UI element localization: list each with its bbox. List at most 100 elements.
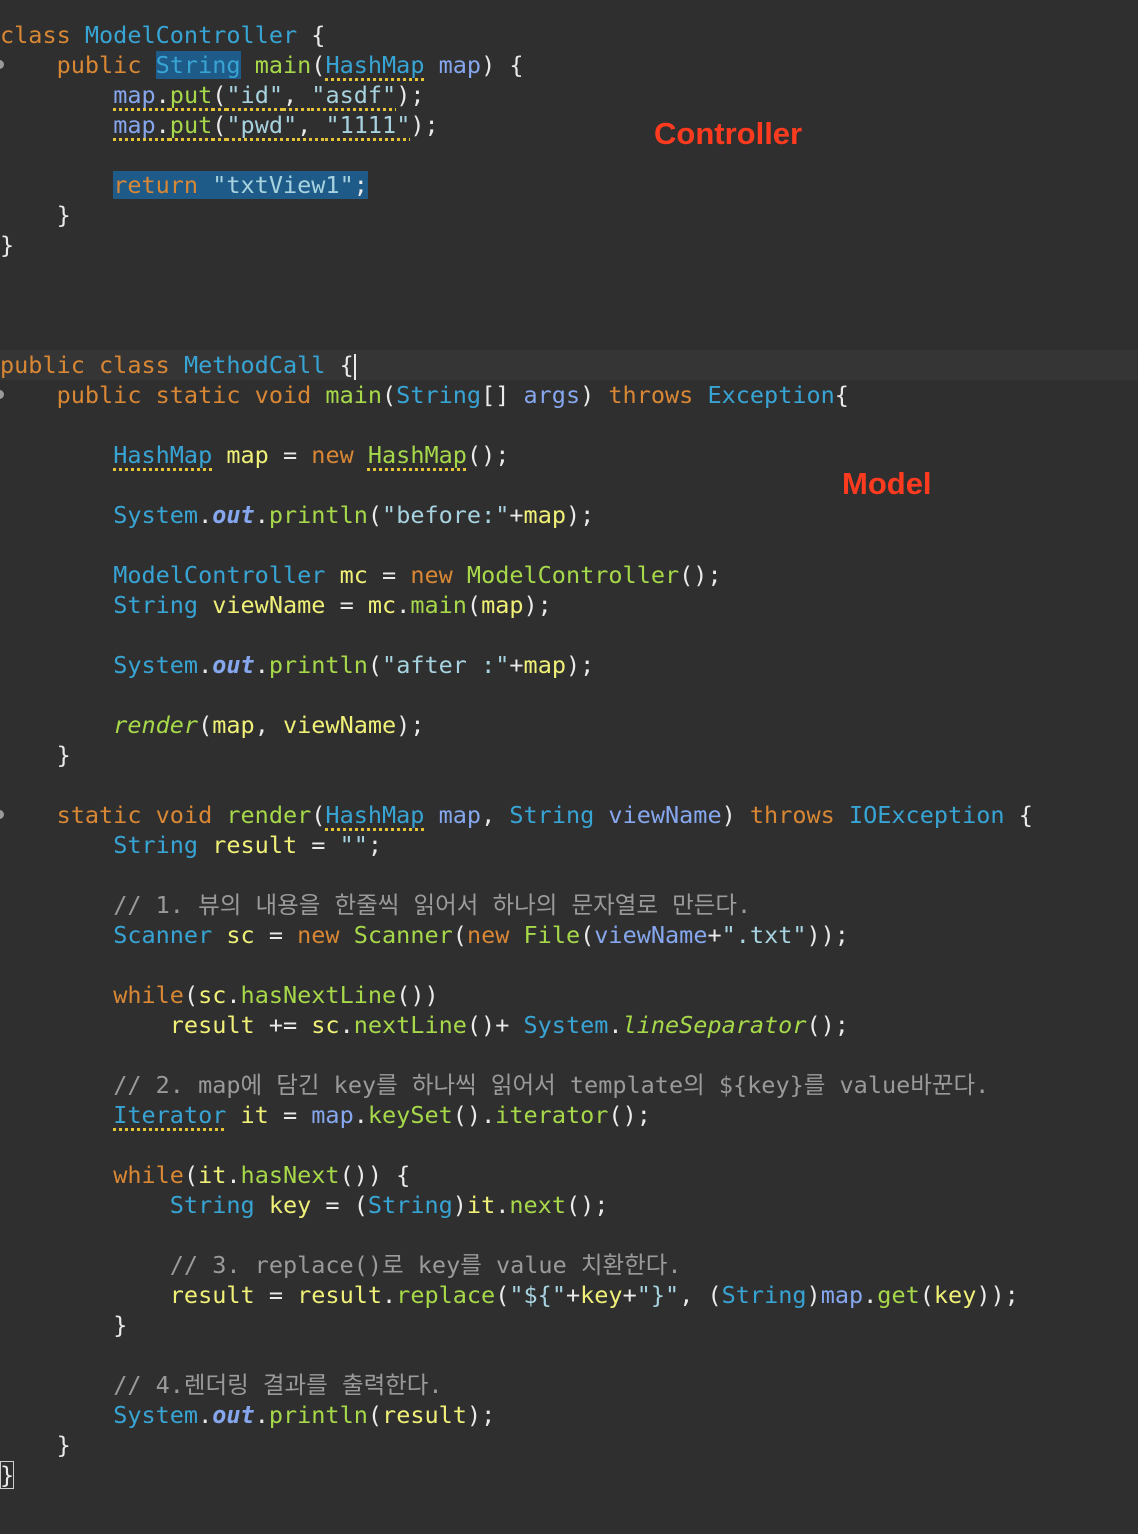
code-line[interactable]: while(sc.hasNextLine()): [0, 980, 1138, 1010]
code-token: static void: [56, 801, 227, 829]
code-line[interactable]: // 2. map에 담긴 key를 하나씩 읽어서 template의 ${k…: [0, 1070, 1138, 1100]
code-line[interactable]: [0, 770, 1138, 800]
code-line[interactable]: class ModelController {: [0, 20, 1138, 50]
code-line[interactable]: ModelController mc = new ModelController…: [0, 560, 1138, 590]
code-line[interactable]: [0, 1340, 1138, 1370]
code-line[interactable]: [0, 1220, 1138, 1250]
code-line[interactable]: [0, 1130, 1138, 1160]
code-line[interactable]: result += sc.nextLine()+ System.lineSepa…: [0, 1010, 1138, 1040]
code-line[interactable]: public class MethodCall {: [0, 350, 1138, 380]
code-editor[interactable]: class ModelController { public String ma…: [0, 20, 1138, 1490]
code-token: viewName: [282, 711, 397, 739]
code-token: Exception: [707, 381, 835, 409]
code-line[interactable]: map.put("pwd", "1111");: [0, 110, 1138, 140]
code-token: .: [226, 981, 241, 1009]
code-line[interactable]: [0, 260, 1138, 290]
code-line[interactable]: [0, 530, 1138, 560]
code-line[interactable]: static void render(HashMap map, String v…: [0, 800, 1138, 830]
code-token: System: [523, 1011, 609, 1039]
code-line[interactable]: }: [0, 740, 1138, 770]
code-token: ModelController: [113, 561, 326, 589]
code-line[interactable]: String result = "";: [0, 830, 1138, 860]
code-line[interactable]: [0, 140, 1138, 170]
code-token: }: [56, 201, 71, 229]
code-line[interactable]: result = result.replace("${"+key+"}", (S…: [0, 1280, 1138, 1310]
code-token: .: [198, 501, 213, 529]
code-line[interactable]: System.out.println("before:"+map);: [0, 500, 1138, 530]
code-token: );: [566, 501, 595, 529]
code-token: get: [877, 1281, 920, 1309]
code-line[interactable]: while(it.hasNext()) {: [0, 1160, 1138, 1190]
code-line[interactable]: }: [0, 200, 1138, 230]
code-token: ()) {: [339, 1161, 411, 1189]
code-line[interactable]: public String main(HashMap map) {: [0, 50, 1138, 80]
code-token: it: [466, 1191, 496, 1219]
code-line[interactable]: render(map, viewName);: [0, 710, 1138, 740]
code-token: "txtView1": [212, 171, 354, 199]
code-token: (: [495, 1281, 510, 1309]
code-token: viewName: [212, 591, 326, 619]
code-token: System: [113, 501, 199, 529]
code-token: ().: [452, 1101, 496, 1129]
code-token: (: [452, 921, 467, 949]
code-token: String: [113, 591, 199, 619]
code-line[interactable]: String viewName = mc.main(map);: [0, 590, 1138, 620]
code-token: class: [0, 21, 85, 49]
code-line[interactable]: HashMap map = new HashMap();: [0, 440, 1138, 470]
text-cursor: [353, 353, 356, 380]
code-token: .: [396, 591, 411, 619]
code-token: .: [198, 1401, 213, 1429]
code-token: while: [113, 981, 184, 1009]
code-token: ,: [254, 711, 283, 739]
code-line[interactable]: System.out.println(result);: [0, 1400, 1138, 1430]
code-line[interactable]: String key = (String)it.next();: [0, 1190, 1138, 1220]
code-line[interactable]: }: [0, 1430, 1138, 1460]
code-token: HashMap: [367, 441, 467, 469]
code-line[interactable]: [0, 290, 1138, 320]
code-line[interactable]: map.put("id", "asdf");: [0, 80, 1138, 110]
code-line[interactable]: Iterator it = map.keySet().iterator();: [0, 1100, 1138, 1130]
code-token: =: [325, 591, 368, 619]
code-line[interactable]: [0, 320, 1138, 350]
code-token: map: [820, 1281, 864, 1309]
code-line[interactable]: System.out.println("after :"+map);: [0, 650, 1138, 680]
code-token: .: [254, 1401, 269, 1429]
code-line[interactable]: }: [0, 1310, 1138, 1340]
code-token: (: [311, 51, 326, 79]
code-line[interactable]: return "txtView1";: [0, 170, 1138, 200]
code-line[interactable]: [0, 1040, 1138, 1070]
code-line[interactable]: [0, 470, 1138, 500]
code-line[interactable]: public static void main(String[] args) t…: [0, 380, 1138, 410]
code-line[interactable]: }: [0, 1460, 1138, 1490]
code-line[interactable]: [0, 410, 1138, 440]
code-line[interactable]: }: [0, 230, 1138, 260]
code-line[interactable]: // 3. replace()로 key를 value 치환한다.: [0, 1250, 1138, 1280]
code-token: // 1. 뷰의 내용을 한줄씩 읽어서 하나의 문자열로 만든다.: [113, 891, 752, 919]
code-token: out: [212, 1401, 255, 1429]
code-line[interactable]: [0, 620, 1138, 650]
code-token: "before:": [382, 501, 510, 529]
code-line[interactable]: // 1. 뷰의 내용을 한줄씩 읽어서 하나의 문자열로 만든다.: [0, 890, 1138, 920]
code-token: "${": [509, 1281, 566, 1309]
code-line[interactable]: [0, 950, 1138, 980]
code-line[interactable]: // 4.렌더링 결과를 출력한다.: [0, 1370, 1138, 1400]
code-line[interactable]: Scanner sc = new Scanner(new File(viewNa…: [0, 920, 1138, 950]
code-token: .: [254, 501, 269, 529]
code-line[interactable]: [0, 680, 1138, 710]
code-line[interactable]: [0, 860, 1138, 890]
code-token: .: [382, 1281, 397, 1309]
